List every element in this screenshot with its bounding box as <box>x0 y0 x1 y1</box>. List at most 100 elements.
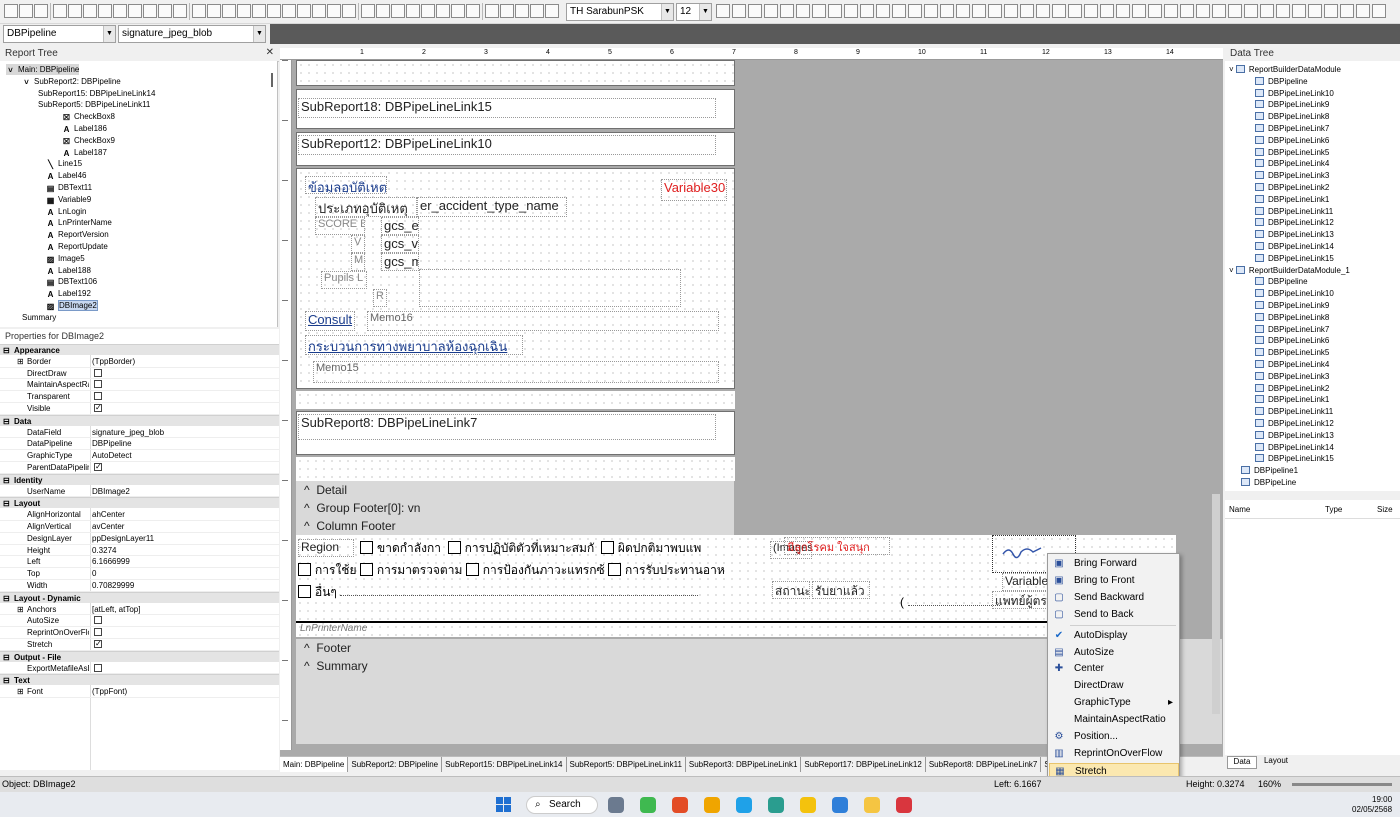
report-tree-item[interactable]: A ReportUpdate <box>46 241 108 252</box>
data-pipeline-item[interactable]: DBPipeLineLink8 <box>1255 111 1329 122</box>
property-row[interactable]: ⊞ Border (TppBorder) <box>0 356 279 368</box>
property-checkbox[interactable]: ✓ <box>94 463 102 471</box>
property-row[interactable]: GraphicType AutoDetect <box>0 450 279 462</box>
property-checkbox[interactable]: ✓ <box>94 640 102 648</box>
property-row[interactable]: ExportMetafileAsB <box>0 663 279 675</box>
taskbar-app-icon[interactable] <box>608 797 624 813</box>
toolbar-button[interactable] <box>1324 4 1338 18</box>
toolbar-button[interactable] <box>972 4 986 18</box>
property-value[interactable]: ahCenter <box>92 509 125 520</box>
toolbar-button[interactable] <box>1004 4 1018 18</box>
report-tree-item[interactable]: A Label186 <box>62 123 107 134</box>
tab-data[interactable]: Data <box>1227 756 1257 769</box>
property-row[interactable]: Transparent <box>0 391 279 403</box>
gcs-m-field[interactable]: gcs_m <box>381 253 419 271</box>
toolbar-button[interactable] <box>716 4 730 18</box>
toolbar-button[interactable] <box>812 4 826 18</box>
toolbar-button[interactable] <box>1212 4 1226 18</box>
taskbar-app-icon[interactable] <box>672 797 688 813</box>
toolbar-button[interactable] <box>297 4 311 18</box>
taskbar-app-icon[interactable] <box>704 797 720 813</box>
property-row[interactable]: DataPipeline DBPipeline <box>0 438 279 451</box>
font-name-combo[interactable]: TH SarabunPSK ▼ <box>566 3 674 21</box>
report-tree-item[interactable]: ▨ Image5 <box>46 253 85 264</box>
data-pipeline-item[interactable]: DBPipeLineLink13 <box>1255 229 1334 240</box>
taskbar-app-icon[interactable] <box>640 797 656 813</box>
collapse-icon[interactable]: ⊟ <box>3 675 10 686</box>
toolbar-button[interactable] <box>1164 4 1178 18</box>
property-row[interactable]: ⊞ Anchors [atLeft, atTop] <box>0 604 279 616</box>
checkbox-7[interactable] <box>608 563 621 576</box>
toolbar-button[interactable] <box>924 4 938 18</box>
col-type[interactable]: Type <box>1325 505 1342 514</box>
property-value[interactable]: ppDesignLayer11 <box>92 533 154 544</box>
toolbar-button[interactable] <box>780 4 794 18</box>
report-tab[interactable]: SubReport17: DBPipeLineLink12 <box>801 757 926 772</box>
taskbar-app-icon[interactable] <box>864 797 880 813</box>
property-category[interactable]: ⊟ Data <box>0 414 279 427</box>
property-checkbox[interactable] <box>94 616 102 625</box>
toolbar-button[interactable] <box>1340 4 1354 18</box>
data-pipeline-item[interactable]: DBPipeLineLink13 <box>1255 430 1334 441</box>
checkbox-8[interactable] <box>298 585 311 598</box>
v-label[interactable]: V <box>351 235 365 253</box>
toolbar-button[interactable] <box>1084 4 1098 18</box>
status-label[interactable]: สถานะ <box>772 581 810 599</box>
report-tree-item[interactable]: ▤ DBText11 <box>46 182 92 193</box>
menu-item-directdraw[interactable]: DirectDraw <box>1049 678 1179 694</box>
data-pipeline-item[interactable]: DBPipeline1 <box>1241 465 1298 476</box>
data-pipeline-item[interactable]: DBPipeLineLink5 <box>1255 347 1329 358</box>
report-tab[interactable]: SubReport3: DBPipeLineLink1 <box>686 757 802 772</box>
collapse-icon[interactable]: ⊟ <box>3 475 10 486</box>
toolbar-button[interactable] <box>19 4 33 18</box>
subreport18-label[interactable]: SubReport18: DBPipeLineLink15 <box>298 98 716 118</box>
pupils-label[interactable]: Pupils L <box>321 271 367 289</box>
zoom-slider[interactable] <box>1292 783 1392 786</box>
data-pipeline-item[interactable]: DBPipeLineLink2 <box>1255 383 1329 394</box>
m-label[interactable]: M <box>351 253 365 271</box>
taskbar-app-icon[interactable] <box>896 797 912 813</box>
collapse-icon[interactable]: ⊟ <box>3 345 10 356</box>
toolbar-button[interactable] <box>1020 4 1034 18</box>
toolbar-button[interactable] <box>128 4 142 18</box>
data-pipeline-item[interactable]: DBPipeLineLink9 <box>1255 99 1329 110</box>
checkbox-5[interactable] <box>359 563 373 576</box>
property-row[interactable]: Stretch ✓ <box>0 639 279 651</box>
menu-item-bring-forward[interactable]: ▣ Bring Forward <box>1049 556 1179 572</box>
report-tab[interactable]: SubReport8: DBPipeLineLink7 <box>926 757 1042 772</box>
toolbar-button[interactable] <box>173 4 187 18</box>
data-pipeline-item[interactable]: DBPipeLineLink7 <box>1255 324 1329 335</box>
subreport8-label[interactable]: SubReport8: DBPipeLineLink7 <box>298 414 716 440</box>
tab-layout[interactable]: Layout <box>1258 756 1294 769</box>
toolbar-button[interactable] <box>53 4 67 18</box>
memo15-field[interactable]: Memo15 <box>313 361 719 383</box>
property-category[interactable]: ⊟ Layout - Dynamic <box>0 591 279 603</box>
property-row[interactable]: AlignVertical avCenter <box>0 521 279 533</box>
collapse-icon[interactable]: ⊟ <box>3 416 10 427</box>
data-pipeline-item[interactable]: DBPipeLineLink14 <box>1255 442 1334 453</box>
toolbar-button[interactable] <box>237 4 251 18</box>
property-row[interactable]: Left 6.1666999 <box>0 556 279 569</box>
data-pipeline-item[interactable]: DBPipeLineLink3 <box>1255 170 1329 181</box>
menu-item-graphictype[interactable]: GraphicType ▸ <box>1049 695 1179 711</box>
property-row[interactable]: Visible ✓ <box>0 403 279 415</box>
property-value[interactable]: 6.1666999 <box>92 556 130 567</box>
data-pipeline-item[interactable]: DBPipeLineLink11 <box>1255 206 1333 217</box>
toolbar-button[interactable] <box>267 4 281 18</box>
data-pipeline-item[interactable]: DBPipeline <box>1255 276 1308 287</box>
consult-label[interactable]: Consult <box>305 311 355 331</box>
menu-item-send-to-back[interactable]: ▢ Send to Back <box>1049 607 1179 623</box>
col-size[interactable]: Size <box>1377 505 1393 514</box>
property-value[interactable]: [atLeft, atTop] <box>92 604 140 615</box>
report-tab[interactable]: SubReport5: DBPipeLineLink11 <box>567 757 686 772</box>
property-value[interactable]: 0.70829999 <box>92 580 134 591</box>
group-footer-section[interactable]: ^ Group Footer[0]: vn <box>296 499 734 517</box>
toolbar-button[interactable] <box>485 4 499 18</box>
property-value[interactable]: signature_jpeg_blob <box>92 427 164 438</box>
taskbar-app-icon[interactable] <box>832 797 848 813</box>
subreport12-band[interactable]: SubReport12: DBPipeLineLink10 <box>296 132 735 166</box>
checkbox-2[interactable] <box>447 541 461 554</box>
toolbar-button[interactable] <box>421 4 435 18</box>
data-pipeline-item[interactable]: DBPipeLineLink9 <box>1255 300 1329 311</box>
group-footer-band[interactable]: Region ขาดกำลังกา การปฏิบัติตัวที่เหมาะส… <box>296 535 1176 621</box>
